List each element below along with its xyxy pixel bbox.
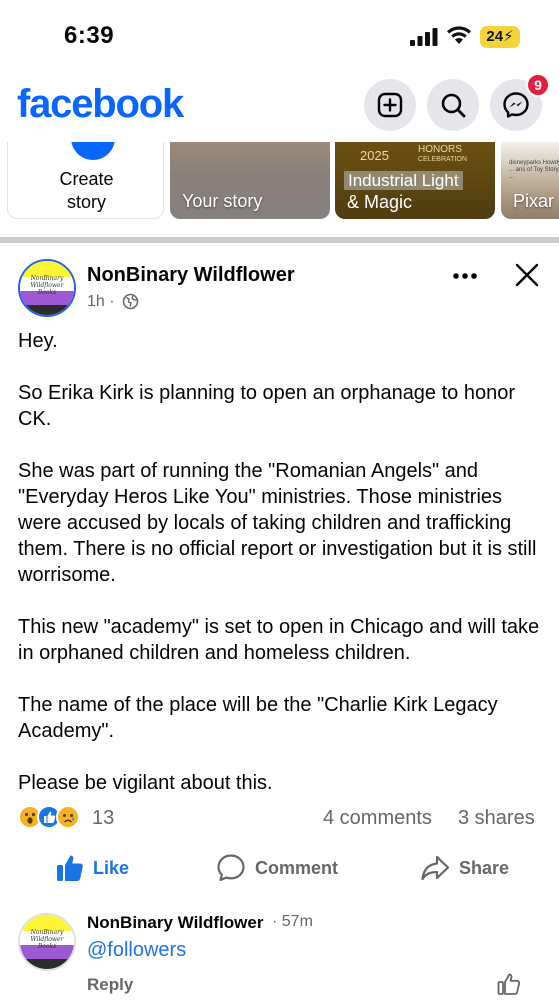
share-arrow-icon bbox=[421, 855, 450, 881]
post-author-name[interactable]: NonBinary Wildflower bbox=[87, 264, 295, 287]
post-paragraph: The name of the place will be the "Charl… bbox=[18, 694, 498, 742]
app-header: facebook bbox=[0, 70, 559, 142]
story-industrial-light-magic[interactable]: 2025 HONORS CELEBRATION Industrial Light… bbox=[335, 142, 495, 219]
reaction-count[interactable]: 13 bbox=[92, 807, 114, 830]
sad-reaction-icon bbox=[56, 805, 80, 829]
story-pixar-caption: disneyparks Howdy, y ... ans of Toy Stor… bbox=[509, 160, 559, 180]
create-story-label: Create story bbox=[59, 169, 114, 212]
story-label: Your story bbox=[182, 191, 263, 211]
messenger-icon bbox=[503, 92, 529, 118]
avatar-caption: NonBinary Wildflower Books bbox=[30, 929, 64, 950]
commenter-avatar[interactable]: NonBinary Wildflower Books bbox=[18, 913, 76, 971]
post-paragraph: So Erika Kirk is planning to open an orp… bbox=[18, 382, 516, 430]
cellular-signal-icon bbox=[410, 28, 438, 46]
story-your-story[interactable]: Your story bbox=[170, 142, 330, 219]
reply-button[interactable]: Reply bbox=[87, 975, 133, 995]
story-ilm-honors: HONORS CELEBRATION bbox=[418, 144, 467, 164]
share-button[interactable]: Share bbox=[420, 851, 520, 887]
status-time: 6:39 bbox=[64, 22, 115, 49]
facebook-logo[interactable]: facebook bbox=[17, 82, 184, 127]
search-icon bbox=[441, 93, 466, 118]
comment-author-name[interactable]: NonBinary Wildflower bbox=[87, 913, 263, 933]
plus-square-icon bbox=[377, 92, 403, 118]
feed-divider bbox=[0, 237, 559, 243]
post-paragraph: Hey. bbox=[18, 330, 58, 352]
messenger-badge: 9 bbox=[526, 73, 550, 97]
post-paragraph: She was part of running the "Romanian An… bbox=[18, 460, 537, 586]
comment-button[interactable]: Comment bbox=[216, 851, 356, 887]
story-label: Pixar bbox=[513, 191, 555, 211]
story-ilm-label-line2: & Magic bbox=[347, 192, 413, 212]
comment-like-icon[interactable] bbox=[497, 972, 521, 996]
like-button[interactable]: Like bbox=[56, 851, 146, 887]
post-timestamp[interactable]: 1h · bbox=[87, 293, 115, 311]
thumbs-up-icon bbox=[57, 855, 83, 881]
reaction-icons[interactable] bbox=[18, 805, 80, 831]
shares-count[interactable]: 3 shares bbox=[458, 807, 535, 830]
create-story-card[interactable]: Create story bbox=[7, 142, 164, 219]
post-author-avatar[interactable]: NonBinary Wildflower Books bbox=[18, 259, 76, 317]
story-ilm-year: 2025 bbox=[360, 148, 389, 163]
post-text: Hey. So Erika Kirk is planning to open a… bbox=[18, 328, 548, 796]
comments-count[interactable]: 4 comments bbox=[323, 807, 432, 830]
share-label: Share bbox=[459, 858, 510, 878]
create-post-button[interactable] bbox=[364, 79, 416, 131]
post-paragraph: Please be vigilant about this. bbox=[18, 772, 273, 794]
avatar-caption: NonBinary Wildflower Books bbox=[30, 275, 64, 296]
comment-bubble-icon bbox=[217, 854, 245, 882]
stories-tray: Create story Your story 2025 HONORS CELE… bbox=[0, 142, 559, 232]
close-icon[interactable] bbox=[515, 263, 539, 287]
comment-label: Comment bbox=[255, 858, 339, 878]
wifi-icon bbox=[447, 26, 471, 44]
comment-timestamp: · 57m bbox=[272, 913, 313, 930]
like-label: Like bbox=[93, 858, 130, 878]
globe-icon bbox=[122, 293, 139, 310]
battery-level: 24⚡ bbox=[486, 28, 514, 45]
battery-indicator: 24⚡ bbox=[480, 26, 520, 48]
story-pixar[interactable]: disneyparks Howdy, y ... ans of Toy Stor… bbox=[501, 142, 559, 219]
more-options-icon[interactable] bbox=[452, 272, 478, 280]
status-bar: 6:39 24⚡ bbox=[0, 0, 559, 70]
create-story-plus-icon bbox=[71, 142, 115, 160]
story-ilm-label-line1: Industrial Light bbox=[344, 171, 463, 190]
post-paragraph: This new "academy" is set to open in Chi… bbox=[18, 616, 540, 664]
search-button[interactable] bbox=[427, 79, 479, 131]
comment-mention-link[interactable]: @followers bbox=[87, 939, 186, 962]
